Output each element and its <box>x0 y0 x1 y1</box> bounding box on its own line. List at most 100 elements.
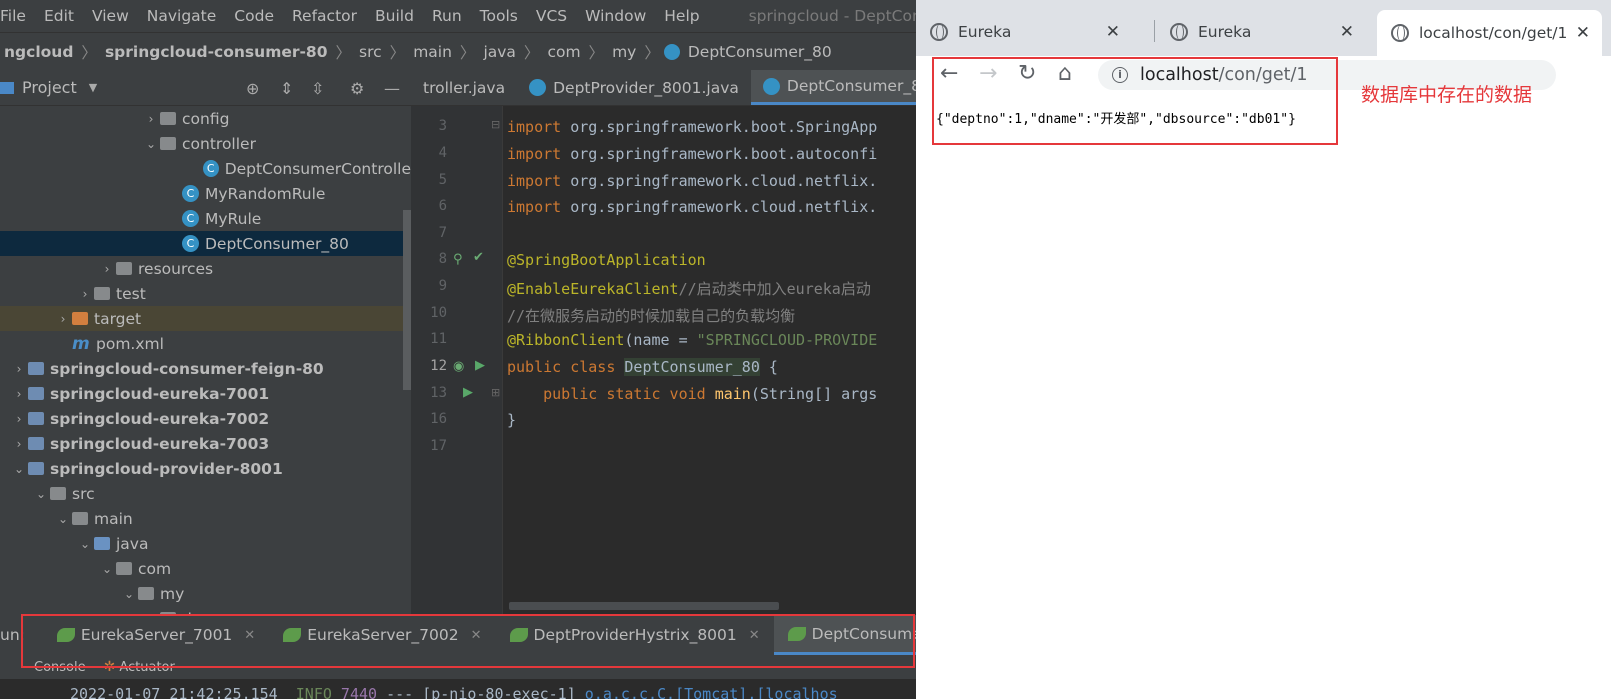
code-line: public class DeptConsumer_80 { <box>507 358 778 376</box>
chevron-right-icon[interactable]: › <box>76 287 94 301</box>
module-icon <box>28 412 44 425</box>
chevron-down-icon[interactable]: ⌄ <box>142 137 160 151</box>
globe-icon <box>1170 22 1188 41</box>
tree-item[interactable]: ⌄ controller <box>0 131 411 156</box>
chevron-down-icon[interactable]: ▼ <box>89 81 97 94</box>
editor-tab[interactable]: DeptProvider_8001.java <box>517 70 751 105</box>
close-icon[interactable]: ✕ <box>1340 22 1354 42</box>
chevron-right-icon[interactable]: › <box>98 262 116 276</box>
breadcrumb-item[interactable]: src <box>355 43 386 61</box>
breadcrumb-item[interactable]: my <box>608 43 640 61</box>
menu-build[interactable]: Build <box>366 7 423 25</box>
tree-item[interactable]: › target <box>0 306 411 331</box>
tree-item[interactable]: › test <box>0 281 411 306</box>
minimize-icon[interactable]: — <box>384 79 400 98</box>
chevron-down-icon[interactable]: ⌄ <box>32 487 50 501</box>
menu-view[interactable]: View <box>83 7 138 25</box>
chevron-right-icon[interactable]: › <box>54 312 72 326</box>
menu-tools[interactable]: Tools <box>471 7 527 25</box>
browser-tab-active[interactable]: localhost/con/get/1 ✕ <box>1377 10 1602 56</box>
class-icon <box>762 77 780 95</box>
folder-icon <box>116 262 132 275</box>
tree-item[interactable]: › springcloud-eureka-7002 <box>0 406 411 431</box>
menu-refactor[interactable]: Refactor <box>283 7 366 25</box>
project-icon <box>0 81 14 94</box>
chevron-right-icon[interactable]: › <box>10 387 28 401</box>
chevron-right-icon[interactable]: › <box>142 112 160 126</box>
tree-item[interactable]: › config <box>0 106 411 131</box>
tree-item-label: target <box>94 309 142 328</box>
chevron-down-icon[interactable]: ⌄ <box>98 562 116 576</box>
code-text: (name = <box>624 331 697 349</box>
browser-tab-title: Eureka <box>958 22 1012 41</box>
chevron-right-icon[interactable]: › <box>10 437 28 451</box>
tree-item[interactable]: › springcloud-eureka-7003 <box>0 431 411 456</box>
chevron-right-icon[interactable]: › <box>10 362 28 376</box>
tree-item-label: DeptConsumer_80 <box>205 234 349 253</box>
code-line: @RibbonClient(name = "SPRINGCLOUD-PROVID… <box>507 331 877 349</box>
editor-tab-active[interactable]: DeptConsumer_8 <box>750 70 916 105</box>
breadcrumb-item[interactable]: DeptConsumer_80 <box>684 43 836 61</box>
breadcrumb-item[interactable]: main <box>409 43 456 61</box>
code-function: main <box>714 385 751 403</box>
code-text: org.springframework.cloud.netflix. <box>561 198 878 216</box>
spring-leaf-icon[interactable]: ✔ <box>473 250 484 265</box>
tree-item[interactable]: › springcloud-consumer-feign-80 <box>0 356 411 381</box>
breadcrumb-item[interactable]: com <box>543 43 584 61</box>
run-gutter-icon[interactable]: ▶ <box>463 385 473 400</box>
tree-item[interactable]: ⌄ com <box>0 556 411 581</box>
tree-item[interactable]: ⌄ springcloud-provider-8001 <box>0 456 411 481</box>
menu-code[interactable]: Code <box>225 7 283 25</box>
chevron-down-icon[interactable]: ⌄ <box>120 587 138 601</box>
folder-icon <box>116 562 132 575</box>
menu-file[interactable]: File <box>0 7 35 25</box>
breadcrumb-item[interactable]: ngcloud <box>0 43 77 61</box>
editor-horizontal-scrollbar[interactable] <box>509 602 779 610</box>
project-panel-title[interactable]: Project <box>22 78 77 97</box>
menu-navigate[interactable]: Navigate <box>138 7 226 25</box>
tree-item[interactable]: ⌄ java <box>0 531 411 556</box>
gear-icon[interactable]: ⚙ <box>350 79 364 98</box>
tree-item[interactable]: m pom.xml <box>0 331 411 356</box>
expand-all-icon[interactable]: ⇕ <box>280 79 293 98</box>
collapse-all-icon[interactable]: ⇳ <box>311 79 324 98</box>
chevron-down-icon[interactable]: ⌄ <box>76 537 94 551</box>
run-gutter-icon[interactable]: ▶ <box>475 358 485 373</box>
browser-tab[interactable]: Eureka ✕ <box>1156 13 1366 50</box>
line-number: 16 <box>430 411 447 427</box>
fold-icon[interactable]: ⊞ <box>491 386 500 399</box>
breadcrumb-item[interactable]: springcloud-consumer-80 <box>101 43 332 61</box>
line-number: 12 <box>430 358 447 374</box>
menu-run[interactable]: Run <box>423 7 471 25</box>
menu-help[interactable]: Help <box>655 7 708 25</box>
fold-icon[interactable]: ⊟ <box>491 118 500 131</box>
chevron-down-icon[interactable]: ⌄ <box>54 512 72 526</box>
tree-item[interactable]: C MyRandomRule <box>0 181 411 206</box>
tree-item[interactable]: C DeptConsumerControlle <box>0 156 411 181</box>
menu-window[interactable]: Window <box>576 7 655 25</box>
close-icon[interactable]: ✕ <box>1106 22 1120 42</box>
code-keyword: import <box>507 145 562 163</box>
chevron-right-icon[interactable]: › <box>10 412 28 426</box>
tree-item[interactable]: ⌄ src <box>0 481 411 506</box>
chevron-down-icon[interactable]: ⌄ <box>10 462 28 476</box>
close-icon[interactable]: ✕ <box>1576 23 1590 43</box>
browser-tab[interactable]: Eureka ✕ <box>916 13 1132 50</box>
locate-icon[interactable]: ⊕ <box>246 79 259 98</box>
bean-icon[interactable]: ⚲ <box>453 252 463 267</box>
spring-leaf-icon[interactable]: ◉ <box>453 359 464 374</box>
folder-icon <box>94 287 110 300</box>
tree-item[interactable]: C MyRule <box>0 206 411 231</box>
tree-item[interactable]: ⌄ main <box>0 506 411 531</box>
tree-item-label: pom.xml <box>96 334 164 353</box>
tree-item[interactable]: C DeptConsumer_80 <box>0 231 411 256</box>
tree-item[interactable]: › resources <box>0 256 411 281</box>
menu-edit[interactable]: Edit <box>35 7 83 25</box>
breadcrumb-item[interactable]: java <box>479 43 519 61</box>
editor-tab[interactable]: troller.java <box>411 70 517 105</box>
line-number: 8 <box>438 251 447 267</box>
tree-scrollbar[interactable] <box>403 210 411 390</box>
tree-item[interactable]: › springcloud-eureka-7001 <box>0 381 411 406</box>
menu-vcs[interactable]: VCS <box>527 7 576 25</box>
tree-item[interactable]: ⌄ my <box>0 581 411 606</box>
